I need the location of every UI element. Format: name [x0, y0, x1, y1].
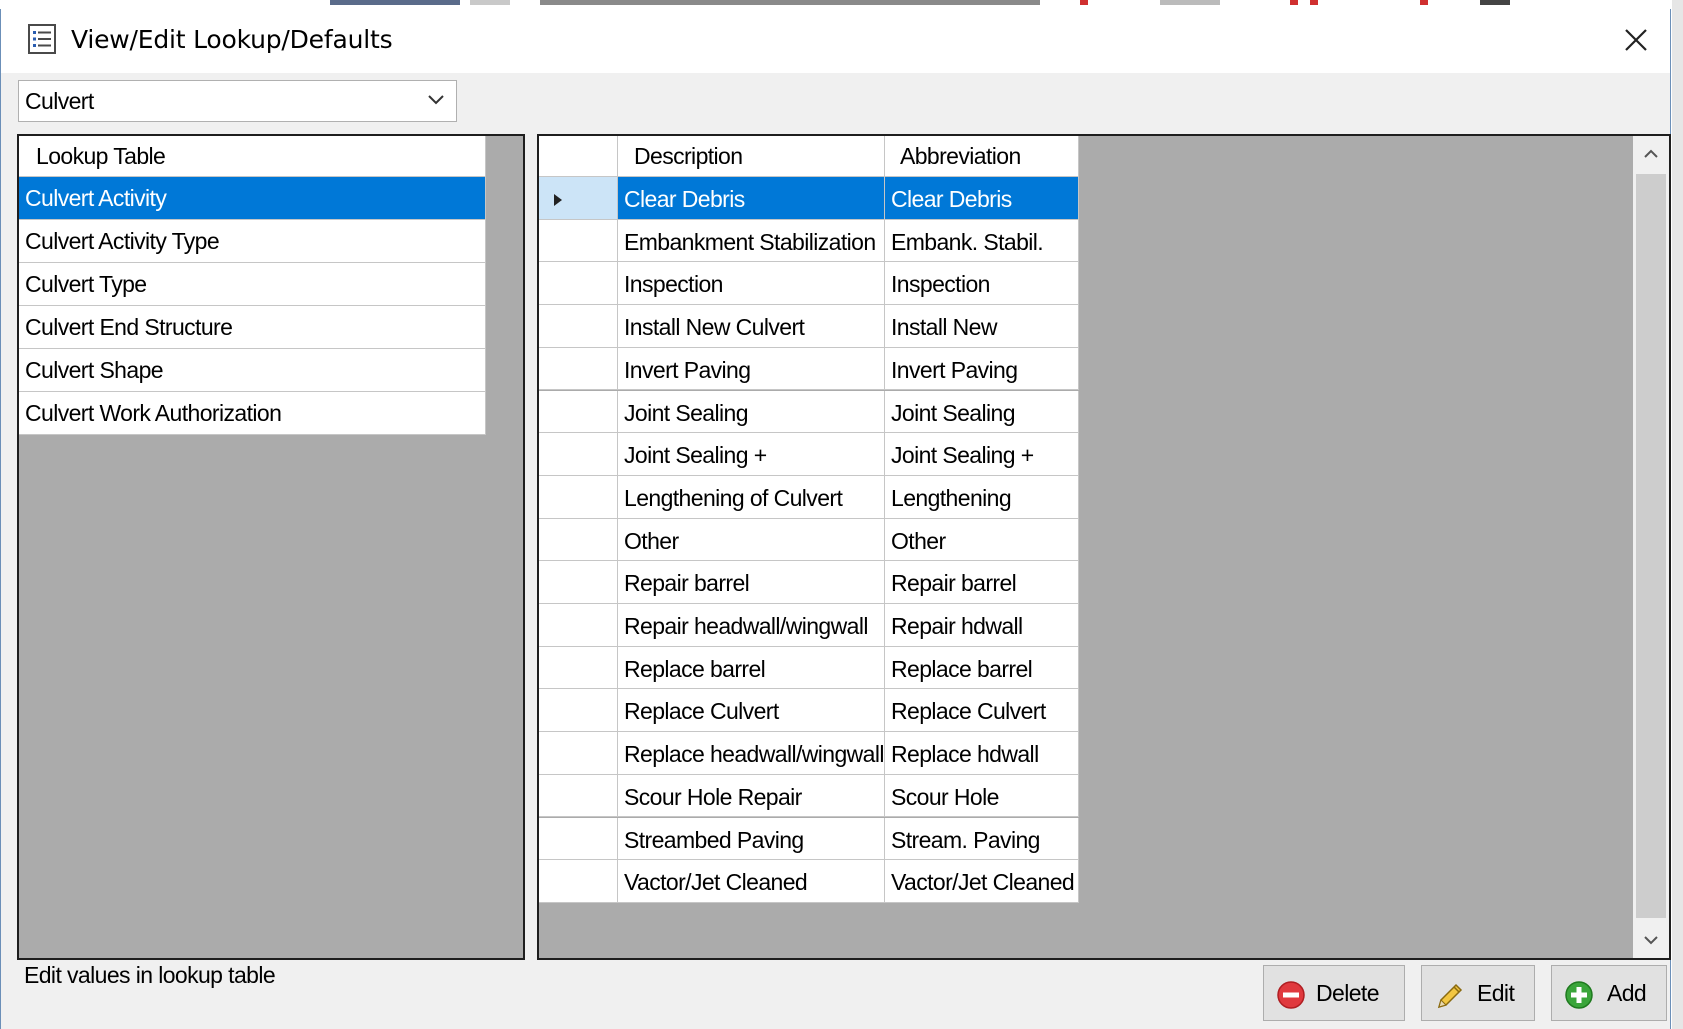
row-header[interactable]	[539, 732, 618, 775]
description-cell[interactable]: Invert Paving	[618, 347, 885, 391]
status-text: Edit values in lookup table	[24, 962, 276, 988]
chevron-up-icon	[1644, 149, 1658, 158]
abbreviation-cell[interactable]: Other	[885, 518, 1079, 562]
pencil-icon	[1437, 983, 1463, 1009]
abbreviation-cell[interactable]: Lengthening	[885, 475, 1079, 519]
lookup-table-item[interactable]: Culvert Work Authorization	[19, 392, 486, 435]
row-header[interactable]	[539, 689, 618, 733]
lookup-table-item[interactable]: Culvert Activity Type	[19, 220, 486, 263]
abbreviation-cell[interactable]: Replace Culvert	[885, 689, 1079, 733]
row-header[interactable]	[539, 219, 618, 263]
scroll-down-button[interactable]	[1633, 922, 1669, 958]
abbreviation-cell[interactable]: Stream. Paving	[885, 817, 1079, 861]
description-cell[interactable]: Streambed Paving	[618, 817, 885, 861]
description-cell[interactable]: Replace Culvert	[618, 689, 885, 733]
abbreviation-cell[interactable]: Replace hdwall	[885, 732, 1079, 775]
category-dropdown-value: Culvert	[25, 88, 94, 114]
abbreviation-cell[interactable]: Repair hdwall	[885, 604, 1079, 647]
edit-button-label: Edit	[1477, 980, 1515, 1006]
scroll-up-button[interactable]	[1633, 136, 1669, 172]
lookup-dialog: View/Edit Lookup/Defaults Culvert Lookup…	[0, 9, 1671, 1029]
abbreviation-cell[interactable]: Vactor/Jet Cleaned	[885, 860, 1079, 903]
add-button-label: Add	[1607, 980, 1647, 1006]
close-icon	[1625, 29, 1647, 51]
list-icon	[28, 24, 56, 54]
row-header[interactable]	[539, 262, 618, 306]
abbreviation-cell[interactable]: Embank. Stabil.	[885, 219, 1079, 263]
description-cell[interactable]: Install New Culvert	[618, 305, 885, 348]
row-header[interactable]	[539, 305, 618, 348]
abbreviation-cell[interactable]: Scour Hole	[885, 774, 1079, 818]
description-cell[interactable]: Joint Sealing +	[618, 433, 885, 476]
description-cell[interactable]: Joint Sealing	[618, 390, 885, 434]
chevron-down-icon	[1644, 936, 1658, 945]
delete-button-label: Delete	[1316, 980, 1379, 1006]
row-header[interactable]	[539, 433, 618, 476]
lookup-table-item[interactable]: Culvert Type	[19, 263, 486, 306]
abbreviation-cell[interactable]: Invert Paving	[885, 347, 1079, 391]
abbreviation-cell[interactable]: Replace barrel	[885, 646, 1079, 690]
window-title: View/Edit Lookup/Defaults	[71, 25, 393, 54]
scrollbar-thumb[interactable]	[1636, 174, 1666, 918]
lookup-table-item[interactable]: Culvert End Structure	[19, 306, 486, 349]
description-cell[interactable]: Vactor/Jet Cleaned	[618, 860, 885, 903]
values-grid: Description Abbreviation Clear Debris Cle…	[537, 134, 1671, 960]
description-cell[interactable]: Inspection	[618, 262, 885, 306]
description-cell[interactable]: Repair headwall/wingwall	[618, 604, 885, 647]
background-window-strip	[0, 0, 1683, 9]
row-header[interactable]	[539, 817, 618, 861]
row-header-corner	[539, 136, 618, 177]
row-header[interactable]	[539, 347, 618, 391]
abbreviation-cell[interactable]: Repair barrel	[885, 561, 1079, 604]
description-cell[interactable]: Replace barrel	[618, 646, 885, 690]
abbreviation-cell[interactable]: Install New	[885, 305, 1079, 348]
description-cell[interactable]: Scour Hole Repair	[618, 774, 885, 818]
lookup-table-header: Lookup Table	[19, 136, 486, 177]
lookup-table-item[interactable]: Culvert Shape	[19, 349, 486, 392]
abbreviation-cell[interactable]: Inspection	[885, 262, 1079, 306]
close-button[interactable]	[1604, 9, 1670, 73]
vertical-scrollbar[interactable]	[1633, 136, 1669, 958]
description-cell[interactable]: Clear Debris	[618, 177, 885, 220]
row-header[interactable]	[539, 518, 618, 562]
row-header[interactable]	[539, 774, 618, 818]
description-cell[interactable]: Other	[618, 518, 885, 562]
background-window-edge	[1672, 0, 1683, 1029]
row-header[interactable]	[539, 604, 618, 647]
column-header-abbreviation[interactable]: Abbreviation	[885, 136, 1079, 177]
add-button[interactable]: Add	[1551, 965, 1667, 1021]
lookup-table-list: Lookup Table Culvert Activity Culvert Act…	[17, 134, 525, 960]
row-header[interactable]	[539, 390, 618, 434]
column-header-description[interactable]: Description	[618, 136, 885, 177]
row-header[interactable]	[539, 475, 618, 519]
row-header[interactable]	[539, 177, 618, 220]
edit-button[interactable]: Edit	[1421, 965, 1535, 1021]
chevron-down-icon	[428, 95, 444, 105]
description-cell[interactable]: Lengthening of Culvert	[618, 475, 885, 519]
abbreviation-cell[interactable]: Joint Sealing	[885, 390, 1079, 434]
row-header[interactable]	[539, 860, 618, 903]
row-header[interactable]	[539, 561, 618, 604]
description-cell[interactable]: Embankment Stabilization	[618, 219, 885, 263]
delete-button[interactable]: Delete	[1263, 965, 1405, 1021]
row-header[interactable]	[539, 646, 618, 690]
abbreviation-cell[interactable]: Joint Sealing +	[885, 433, 1079, 476]
lookup-table-item[interactable]: Culvert Activity	[19, 177, 486, 220]
abbreviation-cell[interactable]: Clear Debris	[885, 177, 1079, 220]
category-dropdown[interactable]: Culvert	[18, 80, 457, 122]
add-icon	[1565, 981, 1593, 1009]
current-row-arrow-icon	[554, 194, 562, 206]
description-cell[interactable]: Repair barrel	[618, 561, 885, 604]
delete-icon	[1277, 981, 1305, 1009]
title-bar: View/Edit Lookup/Defaults	[1, 9, 1670, 73]
description-cell[interactable]: Replace headwall/wingwall	[618, 732, 885, 775]
